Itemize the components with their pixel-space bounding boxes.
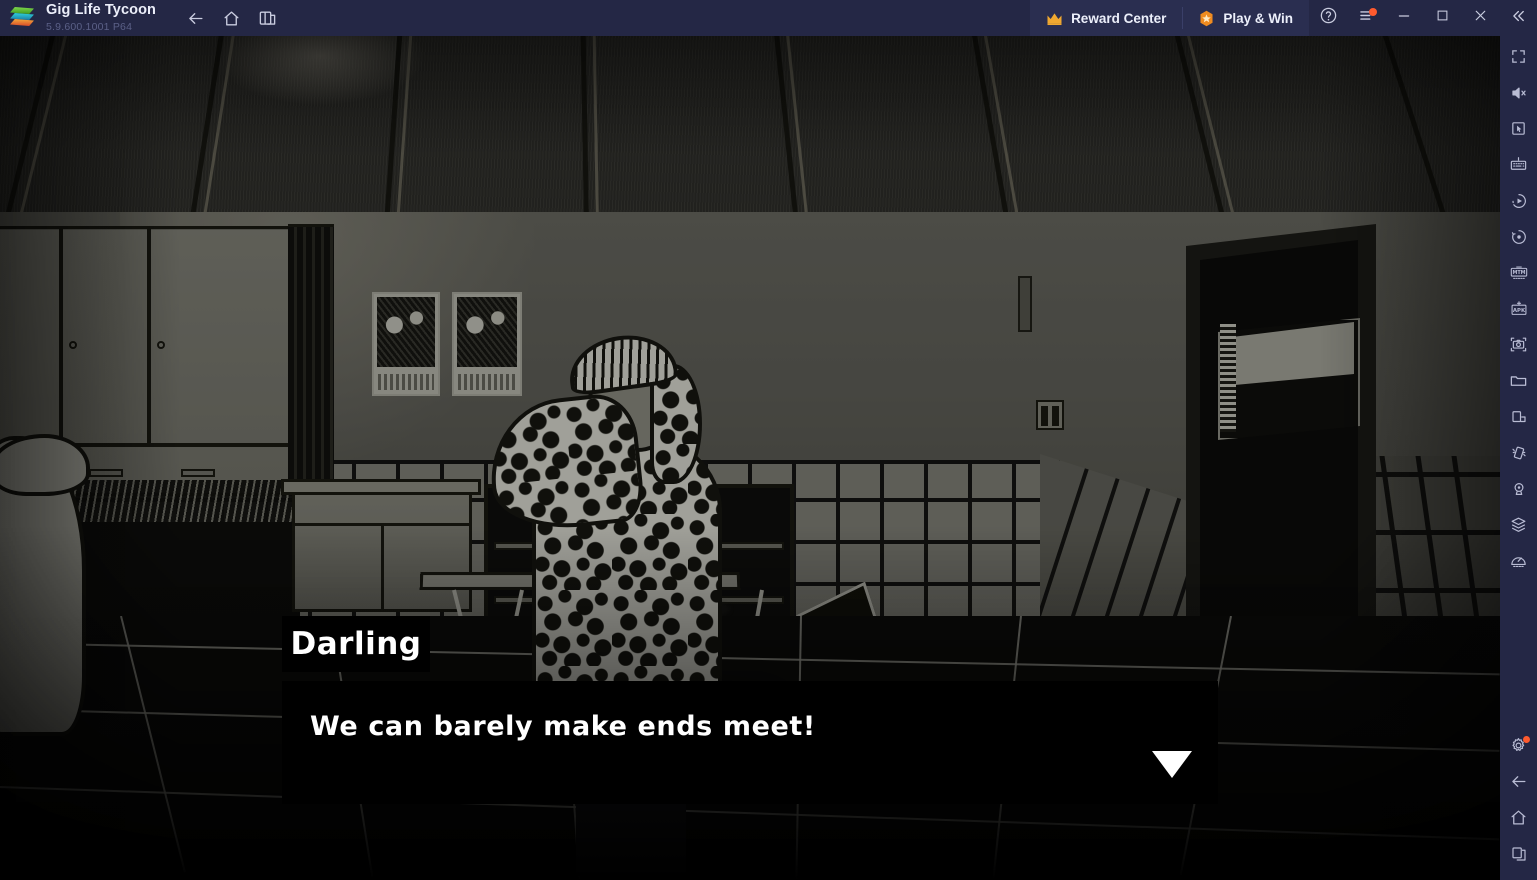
windows-stack-icon [258, 9, 277, 28]
cabinet-side-panel [288, 224, 334, 496]
menu-notification-badge [1369, 8, 1377, 16]
layers-icon [1509, 515, 1528, 539]
help-button[interactable] [1309, 0, 1347, 36]
crown-icon [1046, 12, 1063, 25]
play-and-win-button[interactable]: Play & Win [1182, 0, 1309, 36]
camera-icon [1509, 335, 1528, 359]
record-dot-icon [1510, 228, 1528, 251]
settings-notification-badge [1523, 736, 1530, 743]
menu-button[interactable] [1347, 0, 1385, 36]
bluestacks-sidebar: MTM APK [1500, 36, 1537, 880]
title-bar-left: Gig Life Tycoon 5.9.600.1001 P64 [0, 0, 286, 36]
minimize-button[interactable] [1385, 0, 1423, 36]
home-icon [1509, 808, 1528, 832]
light-switch [1036, 400, 1064, 430]
game-viewport[interactable]: Darling We can barely make ends meet! [0, 36, 1500, 880]
double-chevron-left-icon [1509, 7, 1527, 30]
maximize-button[interactable] [1423, 0, 1461, 36]
dialogue-text: We can barely make ends meet! [310, 711, 816, 742]
play-and-win-label: Play & Win [1223, 10, 1293, 26]
speaker-name-box: Darling [282, 616, 430, 672]
gauge-icon [1509, 551, 1528, 575]
sidebar-item-macro-recorder[interactable] [1500, 185, 1537, 221]
ceiling [0, 36, 1500, 216]
close-button[interactable] [1461, 0, 1499, 36]
dialogue-box[interactable]: We can barely make ends meet! [282, 681, 1218, 804]
sidebar-item-location[interactable] [1500, 473, 1537, 509]
sidebar-item-game-controls[interactable] [1500, 113, 1537, 149]
wall-poster-left [372, 292, 440, 396]
shake-device-icon [1510, 444, 1528, 467]
back-button[interactable] [178, 0, 214, 36]
sidebar-item-multi-instance-sync[interactable]: MTM [1500, 257, 1537, 293]
location-pin-icon [1510, 480, 1528, 503]
sidebar-item-shake[interactable] [1500, 437, 1537, 473]
speaker-mute-icon [1510, 84, 1528, 107]
folder-icon [1509, 371, 1528, 395]
mtm-sync-icon: MTM [1509, 264, 1529, 287]
maximize-icon [1435, 8, 1450, 28]
sidebar-item-performance[interactable] [1500, 545, 1537, 581]
character-arm [483, 390, 647, 536]
reward-center-label: Reward Center [1071, 10, 1167, 26]
sidebar-item-script-record[interactable] [1500, 221, 1537, 257]
sidebar-item-keyboard-controls[interactable] [1500, 149, 1537, 185]
character-darling [483, 328, 790, 876]
pip-window-icon [1510, 408, 1528, 431]
multi-instance-button[interactable] [250, 0, 286, 36]
sidebar-item-install-apk[interactable]: APK [1500, 293, 1537, 329]
sidebar-item-screenshot[interactable] [1500, 329, 1537, 365]
sidebar-item-pip-mode[interactable] [1500, 401, 1537, 437]
sidebar-item-fullscreen[interactable] [1500, 41, 1537, 77]
apk-plus-icon: APK [1509, 300, 1529, 323]
window-blind-slats [1220, 324, 1236, 432]
star-badge-icon [1198, 10, 1215, 27]
recents-icon [1510, 845, 1528, 868]
cursor-in-box-icon [1510, 120, 1527, 142]
sidebar-item-recent-apps[interactable] [1500, 838, 1537, 874]
app-version: 5.9.600.1001 P64 [46, 20, 133, 33]
keyboard-icon [1509, 155, 1528, 179]
wall-tube [1018, 276, 1032, 332]
sidebar-item-media-manager[interactable] [1500, 365, 1537, 401]
home-button[interactable] [214, 0, 250, 36]
sidebar-item-mute[interactable] [1500, 77, 1537, 113]
title-bar: Gig Life Tycoon 5.9.600.1001 P64 Reward … [0, 0, 1537, 36]
app-title: Gig Life Tycoon [46, 2, 156, 19]
bystander-left-arm [0, 434, 90, 496]
app-identity: Gig Life Tycoon 5.9.600.1001 P64 [46, 3, 156, 32]
bluestacks-window: Gig Life Tycoon 5.9.600.1001 P64 Reward … [0, 0, 1537, 880]
question-circle-icon [1319, 6, 1338, 30]
sidebar-item-back[interactable] [1500, 766, 1537, 802]
sidebar-item-settings[interactable] [1500, 730, 1537, 766]
title-bar-right: Reward Center Play & Win [1030, 0, 1537, 36]
sidebar-item-instance-manager[interactable] [1500, 509, 1537, 545]
svg-text:APK: APK [1512, 307, 1525, 313]
close-icon [1472, 7, 1489, 29]
bluestacks-logo [9, 5, 35, 31]
play-circle-icon [1510, 192, 1528, 215]
down-triangle-icon[interactable] [1152, 751, 1192, 778]
fullscreen-icon [1510, 48, 1527, 70]
minimize-icon [1396, 8, 1412, 29]
kitchen-counter [281, 479, 481, 612]
speaker-name: Darling [290, 626, 422, 662]
home-icon [222, 9, 241, 28]
collapse-sidebar-button[interactable] [1499, 0, 1537, 36]
doorway-opening [1200, 240, 1358, 660]
arrow-left-icon [1509, 772, 1528, 796]
reward-center-button[interactable]: Reward Center [1030, 0, 1183, 36]
sidebar-item-home[interactable] [1500, 802, 1537, 838]
title-bar-drag-area [286, 0, 1030, 36]
arrow-left-icon [186, 9, 205, 28]
svg-text:MTM: MTM [1512, 270, 1525, 276]
sidebar-top-group: MTM APK [1500, 36, 1537, 581]
sidebar-bottom-group [1500, 730, 1537, 880]
